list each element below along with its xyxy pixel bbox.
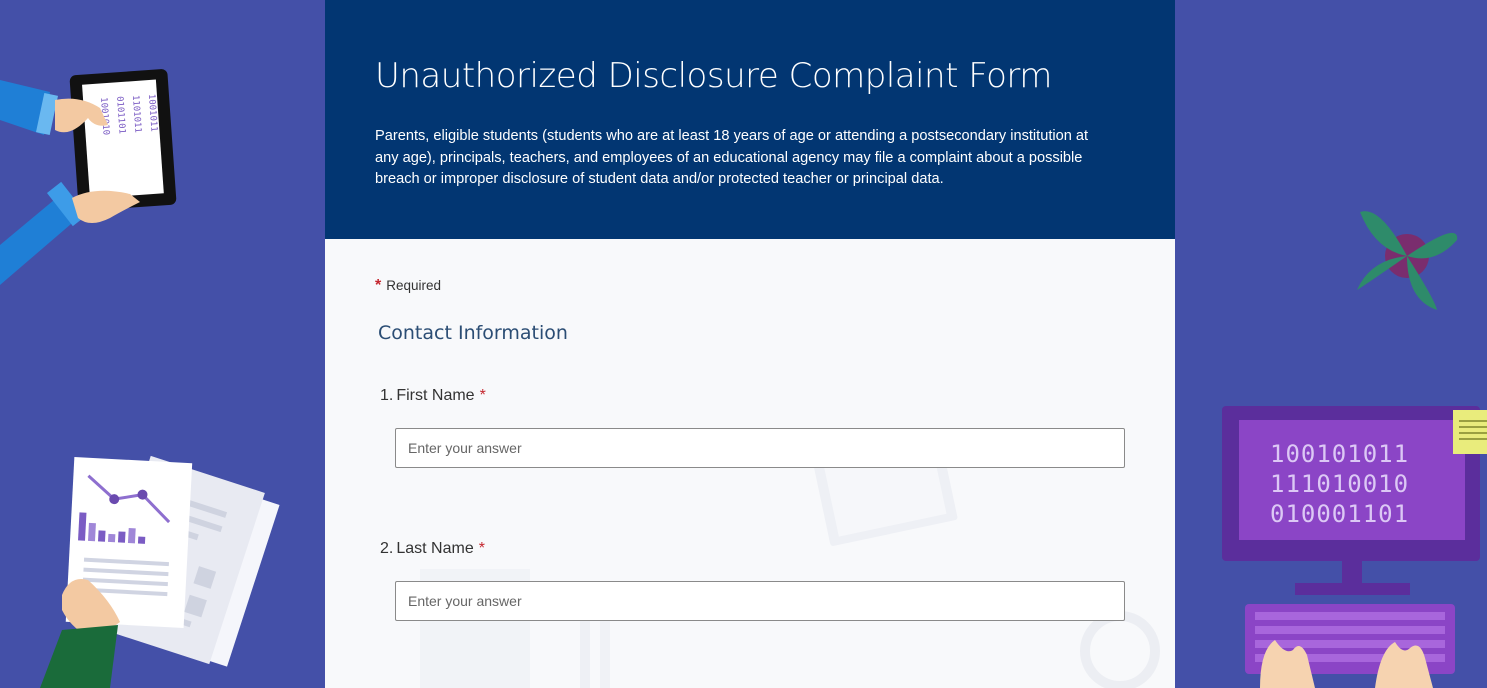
right-illustration: 100101011 111010010 010001101 <box>1222 211 1487 688</box>
form-description: Parents, eligible students (students who… <box>375 128 1089 187</box>
required-asterisk: * <box>479 387 486 404</box>
tablet-illustration: 1001010 0101101 1101011 1001011 <box>69 69 177 211</box>
question-text: Last Name <box>396 540 474 557</box>
first-name-input[interactable] <box>395 428 1125 468</box>
sleeve-illustration <box>40 625 118 688</box>
question-number: 2. <box>380 540 394 557</box>
binary-row: 111010010 <box>1270 470 1409 498</box>
required-note: * Required <box>375 277 441 295</box>
binary-row: 010001101 <box>1270 500 1409 528</box>
required-asterisk: * <box>375 277 382 294</box>
sticky-note-icon <box>1453 410 1487 454</box>
question-last-name-label: 2. Last Name * <box>380 540 485 558</box>
leaf-decoration-icon <box>1357 211 1458 310</box>
question-number: 1. <box>380 387 394 404</box>
computer-monitor-illustration: 100101011 111010010 010001101 <box>1222 406 1480 595</box>
form-header: Unauthorized Disclosure Complaint Form P… <box>325 0 1175 239</box>
form-title: Unauthorized Disclosure Complaint Form <box>375 56 1052 96</box>
left-illustration-panel: 1001010 0101101 1101011 1001011 <box>0 0 325 688</box>
form-card: Unauthorized Disclosure Complaint Form P… <box>325 0 1175 688</box>
question-first-name-label: 1. First Name * <box>380 387 486 405</box>
required-label: Required <box>386 278 442 293</box>
last-name-input[interactable] <box>395 581 1125 621</box>
left-illustration: 1001010 0101101 1101011 1001011 <box>0 69 280 688</box>
binary-row: 100101011 <box>1270 440 1409 468</box>
right-illustration-panel: 100101011 111010010 010001101 <box>1175 0 1487 688</box>
section-title: Contact Information <box>378 322 568 344</box>
required-asterisk: * <box>478 540 485 557</box>
question-text: First Name <box>396 387 475 404</box>
